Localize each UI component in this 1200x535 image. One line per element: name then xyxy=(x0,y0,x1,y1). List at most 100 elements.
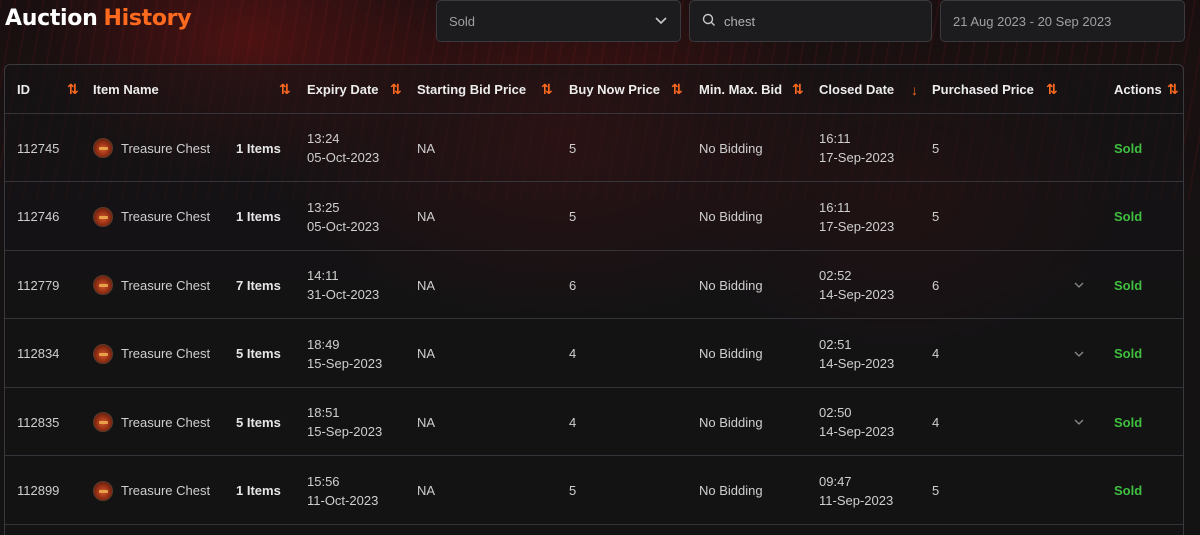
cell-item-name: Treasure Chest xyxy=(93,251,210,319)
table-row[interactable]: 112745 Treasure Chest 1 Items 13:24 05-Oct-2… xyxy=(5,114,1183,182)
cell-expiry-date: 13:25 05-Oct-2023 xyxy=(307,183,379,251)
cell-starting-bid: NA xyxy=(417,483,436,498)
cell-closed-date: 16:11 17-Sep-2023 xyxy=(819,183,894,251)
page-title: Auction History xyxy=(5,6,192,31)
cell-item-name: Treasure Chest xyxy=(93,457,210,525)
expiry-time: 14:11 xyxy=(307,268,339,283)
cell-buy-now: 6 xyxy=(569,277,577,293)
expiry-date: 05-Oct-2023 xyxy=(307,150,380,165)
cell-expiry-date: 18:51 15-Sep-2023 xyxy=(307,388,382,456)
cell-purchased-price: 5 xyxy=(932,483,940,498)
column-header-starting-bid[interactable]: Starting Bid Price xyxy=(417,65,526,114)
cell-id: 112779 xyxy=(17,277,60,293)
column-header-min-max-bid[interactable]: Min. Max. Bid xyxy=(699,65,782,114)
chevron-down-icon[interactable] xyxy=(1073,388,1085,456)
cell-id: 112899 xyxy=(17,483,60,498)
table-row[interactable]: 112835 Treasure Chest 5 Items 18:51 15-Sep-2… xyxy=(5,388,1183,456)
cell-purchased-price: 4 xyxy=(932,414,940,430)
column-header-buy-now[interactable]: Buy Now Price xyxy=(569,65,660,114)
cell-expiry-date: 13:24 05-Oct-2023 xyxy=(307,114,379,182)
cell-item-quantity: 5 Items xyxy=(236,346,281,361)
closed-time: 16:11 xyxy=(819,131,851,146)
table-row[interactable]: 112834 Treasure Chest 5 Items 18:49 15-Sep-2… xyxy=(5,320,1183,388)
expiry-date: 15-Sep-2023 xyxy=(307,424,383,439)
cell-item-quantity: 1 Items xyxy=(236,209,281,224)
cell-starting-bid: NA xyxy=(417,414,436,430)
cell-starting-bid: NA xyxy=(417,277,436,293)
expiry-time: 13:24 xyxy=(307,131,340,146)
date-range-picker[interactable]: 21 Aug 2023 - 20 Sep 2023 xyxy=(940,0,1185,42)
closed-time: 09:47 xyxy=(819,473,852,489)
cell-item-quantity: 1 Items xyxy=(236,140,281,156)
sort-arrows-icon[interactable]: ⇅ xyxy=(67,65,79,114)
closed-time: 02:52 xyxy=(819,268,852,283)
sort-arrows-icon[interactable]: ⇅ xyxy=(541,65,553,114)
treasure-chest-icon xyxy=(93,412,113,432)
status-sold: Sold xyxy=(1114,346,1143,361)
status-filter-value: Sold xyxy=(449,13,476,29)
column-header-id[interactable]: ID xyxy=(17,65,30,114)
cell-buy-now: 5 xyxy=(569,483,577,498)
sort-arrows-icon[interactable]: ⇅ xyxy=(279,65,291,114)
cell-min-max-bid: No Bidding xyxy=(699,277,763,293)
status-sold: Sold xyxy=(1114,483,1143,498)
expiry-date: 31-Oct-2023 xyxy=(307,287,380,302)
sort-arrows-icon[interactable]: ⇅ xyxy=(1046,65,1058,114)
expiry-time: 18:51 xyxy=(307,405,340,420)
cell-starting-bid: NA xyxy=(417,140,436,156)
cell-closed-date: 09:47 11-Sep-2023 xyxy=(819,457,893,525)
item-name: Treasure Chest xyxy=(121,140,211,156)
expiry-time: 18:49 xyxy=(307,336,340,352)
column-header-item-name[interactable]: Item Name xyxy=(93,65,159,114)
closed-date: 14-Sep-2023 xyxy=(819,424,895,439)
table-row[interactable]: 112899 Treasure Chest 1 Items 15:56 11-Oct-2… xyxy=(5,457,1183,525)
treasure-chest-icon xyxy=(93,343,113,364)
chevron-down-icon[interactable] xyxy=(1073,251,1085,319)
cell-min-max-bid: No Bidding xyxy=(699,414,763,430)
cell-id: 112746 xyxy=(17,209,60,224)
cell-item-name: Treasure Chest xyxy=(93,183,210,251)
cell-item-quantity: 1 Items xyxy=(236,483,281,498)
column-header-expiry-date[interactable]: Expiry Date xyxy=(307,65,379,114)
cell-starting-bid: NA xyxy=(417,209,436,224)
closed-date: 14-Sep-2023 xyxy=(819,355,895,371)
status-filter-select[interactable]: Sold xyxy=(436,0,681,42)
cell-buy-now: 5 xyxy=(569,209,577,224)
cell-min-max-bid: No Bidding xyxy=(699,209,763,224)
cell-id: 112835 xyxy=(17,414,60,430)
arrow-down-icon[interactable]: ↓ xyxy=(911,65,918,114)
sort-arrows-icon[interactable]: ⇅ xyxy=(792,65,804,114)
item-name: Treasure Chest xyxy=(121,277,211,293)
cell-min-max-bid: No Bidding xyxy=(699,140,763,156)
chevron-down-icon[interactable] xyxy=(1073,320,1085,388)
cell-starting-bid: NA xyxy=(417,346,436,361)
search-field[interactable] xyxy=(689,0,932,42)
expiry-date: 05-Oct-2023 xyxy=(307,218,380,234)
expiry-time: 15:56 xyxy=(307,473,340,489)
table-row[interactable]: 112746 Treasure Chest 1 Items 13:25 05-Oct-2… xyxy=(5,183,1183,251)
sort-arrows-icon[interactable]: ⇅ xyxy=(1167,65,1179,114)
treasure-chest-icon xyxy=(93,480,113,501)
cell-buy-now: 4 xyxy=(569,414,577,430)
cell-expiry-date: 15:56 11-Oct-2023 xyxy=(307,457,378,525)
sort-arrows-icon[interactable]: ⇅ xyxy=(390,65,402,114)
closed-date: 14-Sep-2023 xyxy=(819,287,895,302)
cell-item-name: Treasure Chest xyxy=(93,320,210,388)
cell-closed-date: 02:52 14-Sep-2023 xyxy=(819,251,894,319)
search-input[interactable] xyxy=(724,13,914,29)
cell-closed-date: 02:51 14-Sep-2023 xyxy=(819,320,894,388)
column-header-actions[interactable]: Actions xyxy=(1114,65,1162,114)
item-name: Treasure Chest xyxy=(121,483,211,498)
closed-time: 02:51 xyxy=(819,336,852,352)
closed-time: 02:50 xyxy=(819,405,852,420)
expiry-date: 11-Oct-2023 xyxy=(307,492,379,508)
sort-arrows-icon[interactable]: ⇅ xyxy=(671,65,683,114)
date-range-value: 21 Aug 2023 - 20 Sep 2023 xyxy=(953,13,1112,29)
closed-date: 17-Sep-2023 xyxy=(819,218,895,234)
column-header-closed-date[interactable]: Closed Date xyxy=(819,65,894,114)
expiry-date: 15-Sep-2023 xyxy=(307,355,383,371)
table-row[interactable]: 112779 Treasure Chest 7 Items 14:11 31-Oct-2… xyxy=(5,251,1183,319)
cell-closed-date: 16:11 17-Sep-2023 xyxy=(819,114,894,182)
column-header-purchased-price[interactable]: Purchased Price xyxy=(932,65,1034,114)
cell-purchased-price: 5 xyxy=(932,209,940,224)
